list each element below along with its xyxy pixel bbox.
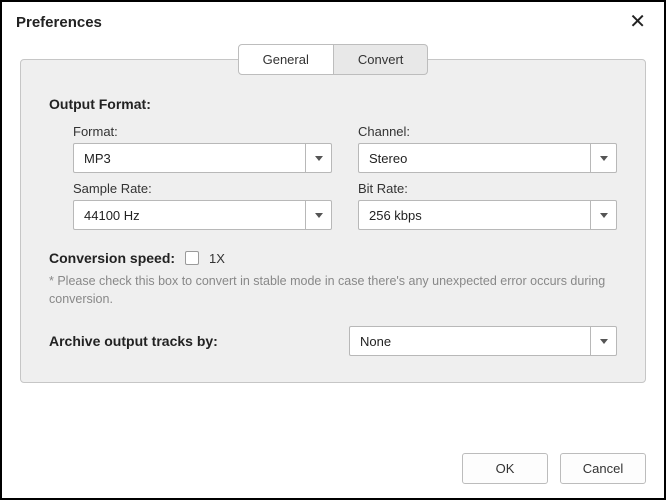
channel-select[interactable]: Stereo [358, 143, 617, 173]
tabstrip: General Convert [20, 44, 646, 75]
archive-select[interactable]: None [349, 326, 617, 356]
caret-down-icon [315, 213, 323, 218]
format-select[interactable]: MP3 [73, 143, 332, 173]
tab-general[interactable]: General [238, 44, 334, 75]
preferences-dialog: Preferences ✕ General Convert Output For… [0, 0, 666, 500]
channel-field-group: Channel: Stereo [358, 124, 617, 173]
caret-down-icon [600, 213, 608, 218]
channel-caret[interactable] [590, 144, 616, 172]
format-caret[interactable] [305, 144, 331, 172]
conversion-speed-checkbox[interactable] [185, 251, 199, 265]
samplerate-select[interactable]: 44100 Hz [73, 200, 332, 230]
close-icon[interactable]: ✕ [625, 10, 650, 34]
format-grid: Format: MP3 Channel: Stereo Sample Rate: [73, 124, 617, 230]
format-label: Format: [73, 124, 332, 139]
archive-caret[interactable] [590, 327, 616, 355]
bitrate-value: 256 kbps [359, 208, 590, 223]
tab-convert[interactable]: Convert [334, 44, 429, 75]
conversion-hint: * Please check this box to convert in st… [49, 272, 617, 308]
conversion-speed-value: 1X [209, 251, 225, 266]
channel-label: Channel: [358, 124, 617, 139]
format-field-group: Format: MP3 [73, 124, 332, 173]
samplerate-label: Sample Rate: [73, 181, 332, 196]
ok-button[interactable]: OK [462, 453, 548, 484]
output-format-title: Output Format: [49, 96, 617, 112]
content: General Convert Output Format: Format: M… [2, 44, 664, 441]
conversion-speed-row: Conversion speed: 1X [49, 250, 617, 266]
archive-row: Archive output tracks by: None [49, 326, 617, 356]
conversion-speed-label: Conversion speed: [49, 250, 175, 266]
panel: Output Format: Format: MP3 Channel: Ster… [20, 59, 646, 383]
caret-down-icon [600, 339, 608, 344]
bitrate-caret[interactable] [590, 201, 616, 229]
bitrate-select[interactable]: 256 kbps [358, 200, 617, 230]
archive-value: None [350, 334, 590, 349]
channel-value: Stereo [359, 151, 590, 166]
samplerate-field-group: Sample Rate: 44100 Hz [73, 181, 332, 230]
samplerate-caret[interactable] [305, 201, 331, 229]
samplerate-value: 44100 Hz [74, 208, 305, 223]
cancel-button[interactable]: Cancel [560, 453, 646, 484]
format-value: MP3 [74, 151, 305, 166]
bitrate-field-group: Bit Rate: 256 kbps [358, 181, 617, 230]
dialog-title: Preferences [16, 14, 102, 31]
footer: OK Cancel [2, 441, 664, 498]
caret-down-icon [600, 156, 608, 161]
caret-down-icon [315, 156, 323, 161]
titlebar: Preferences ✕ [2, 2, 664, 44]
bitrate-label: Bit Rate: [358, 181, 617, 196]
archive-label: Archive output tracks by: [49, 333, 329, 349]
